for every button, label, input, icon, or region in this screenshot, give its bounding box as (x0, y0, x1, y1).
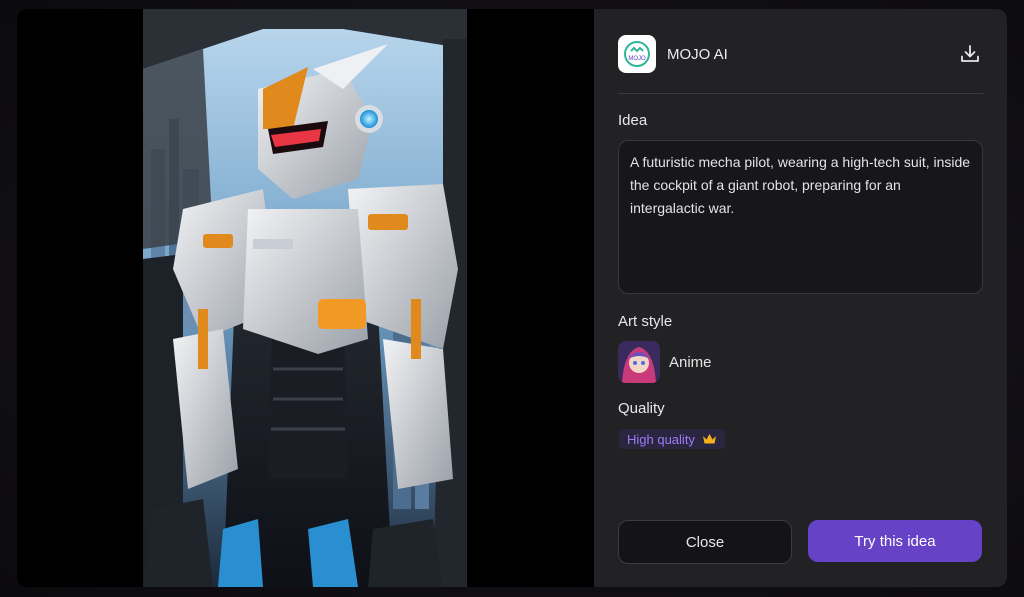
generated-image (143, 9, 467, 587)
idea-label: Idea (618, 112, 648, 129)
idea-text-field[interactable]: A futuristic mecha pilot, wearing a high… (618, 140, 983, 294)
details-panel: MOJO MOJO AI Idea A futuristic mecha pil… (594, 9, 1007, 587)
download-button[interactable] (957, 41, 983, 67)
close-button[interactable]: Close (618, 520, 792, 564)
download-icon (961, 45, 979, 62)
panel-header: MOJO MOJO AI (618, 33, 983, 94)
art-style-thumbnail (618, 341, 660, 383)
app-name: MOJO AI (667, 46, 728, 63)
quality-label: Quality (618, 400, 665, 417)
idea-text: A futuristic mecha pilot, wearing a high… (630, 154, 971, 216)
image-preview-area (17, 9, 593, 587)
art-style-name: Anime (669, 353, 712, 371)
art-style-item: Anime (618, 341, 712, 383)
crown-icon (702, 434, 716, 444)
quality-badge: High quality (619, 429, 725, 449)
art-style-label: Art style (618, 313, 673, 330)
svg-text:MOJO: MOJO (628, 56, 646, 62)
close-button-label: Close (685, 533, 725, 551)
quality-value: High quality (627, 431, 695, 447)
try-this-idea-button[interactable]: Try this idea (808, 520, 982, 562)
image-detail-modal: MOJO MOJO AI Idea A futuristic mecha pil… (17, 9, 1007, 587)
try-button-label: Try this idea (854, 532, 936, 550)
app-logo: MOJO (618, 35, 656, 73)
